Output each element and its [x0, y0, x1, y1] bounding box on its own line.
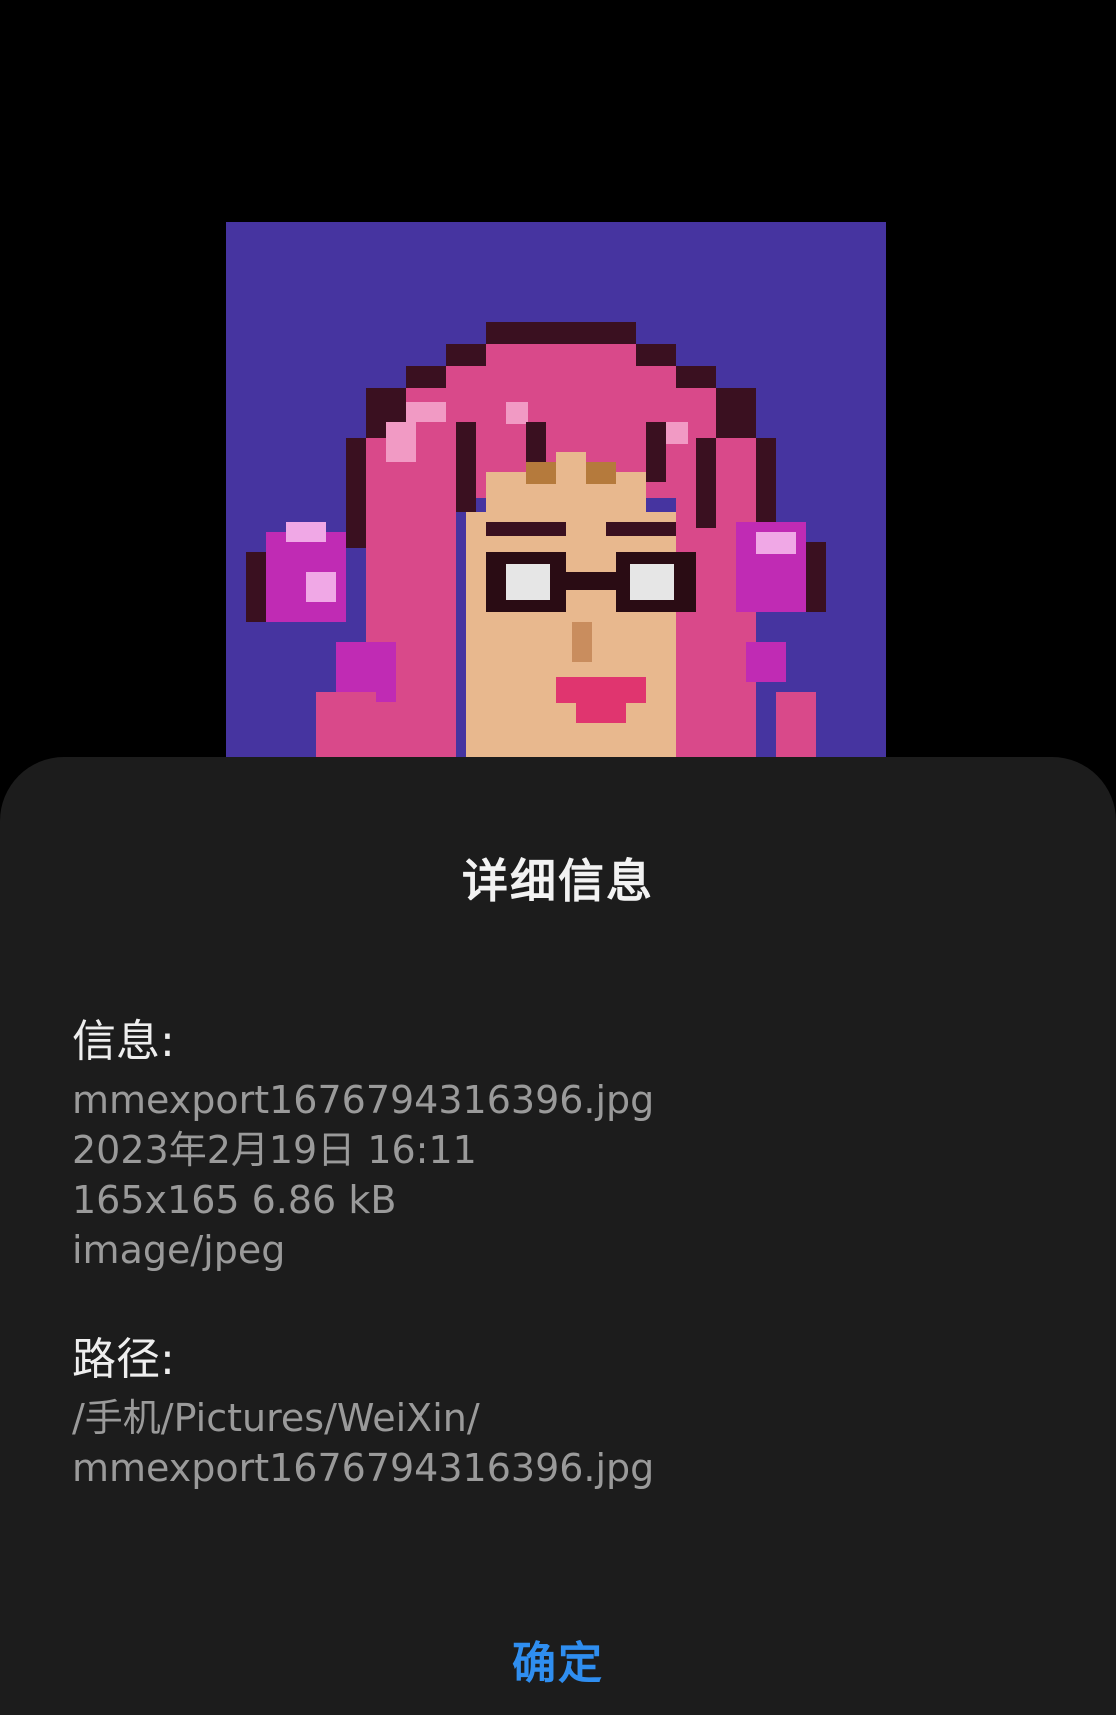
dialog-title: 详细信息 [462, 854, 654, 908]
path-details: /手机/Pictures/WeiXin/ mmexport16767943163… [72, 1393, 654, 1493]
path-heading: 路径: [72, 1334, 175, 1385]
file-size: 165x165 6.86 kB [72, 1178, 397, 1222]
path-file-name: mmexport1676794316396.jpg [72, 1446, 655, 1490]
file-mime-type: image/jpeg [72, 1228, 286, 1272]
image-viewer: 详细信息 信息: mmexport1676794316396.jpg 2023年… [0, 0, 1116, 1715]
info-heading: 信息: [72, 1016, 175, 1067]
path-folder: /手机/Pictures/WeiXin/ [72, 1396, 480, 1440]
file-date: 2023年2月19日 16:11 [72, 1128, 477, 1172]
pixel-art-avatar [226, 222, 886, 767]
info-details: mmexport1676794316396.jpg 2023年2月19日 16:… [72, 1075, 654, 1275]
photo-preview[interactable] [226, 222, 886, 767]
details-dialog: 详细信息 信息: mmexport1676794316396.jpg 2023年… [0, 757, 1116, 1715]
file-name: mmexport1676794316396.jpg [72, 1078, 655, 1122]
confirm-button[interactable]: 确定 [0, 1627, 1116, 1691]
